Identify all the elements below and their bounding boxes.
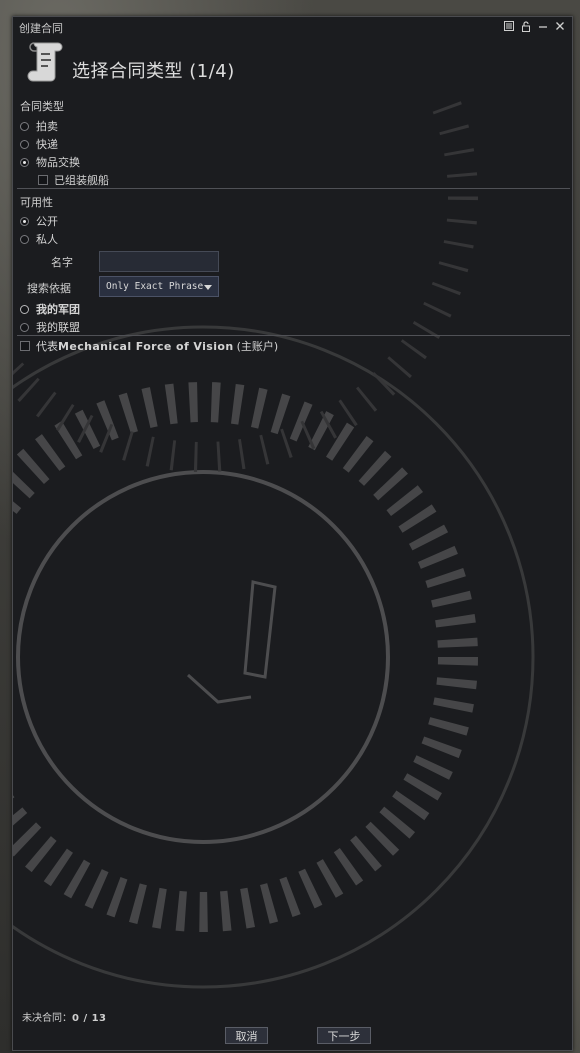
- background-decoration: [13, 97, 535, 989]
- radio-courier[interactable]: 快递: [20, 136, 58, 152]
- contract-type-label: 合同类型: [20, 100, 64, 113]
- window-settings-icon[interactable]: [503, 20, 515, 32]
- radio-button[interactable]: [20, 157, 29, 167]
- radio-label: 私人: [36, 233, 58, 246]
- checkbox[interactable]: [20, 341, 30, 351]
- title-bar[interactable]: 创建合同: [13, 17, 572, 37]
- search-by-label: 搜索依据: [27, 282, 71, 295]
- next-button[interactable]: 下一步: [317, 1027, 371, 1044]
- page-title: 选择合同类型 (1/4): [72, 61, 235, 82]
- checkbox[interactable]: [38, 175, 48, 185]
- radio-button[interactable]: [20, 121, 29, 131]
- radio-button[interactable]: [20, 139, 29, 149]
- on-behalf-checkbox[interactable]: 代表 Mechanical Force of Vision (主账户): [20, 338, 278, 354]
- create-contract-window: 创建合同 选择合同类型 (1/4) 合同类型 拍卖 快递 物品交换 已组装舰船 …: [12, 16, 573, 1051]
- checkbox-label-name: Mechanical Force of Vision: [58, 339, 234, 353]
- availability-label: 可用性: [20, 196, 53, 209]
- dropdown-value: Only Exact Phrase: [106, 281, 204, 292]
- radio-button[interactable]: [20, 304, 29, 314]
- divider: [17, 335, 570, 336]
- radio-my-alliance[interactable]: 我的联盟: [20, 319, 80, 335]
- outstanding-count: 0 / 13: [72, 1013, 107, 1024]
- checkbox-label: 已组装舰船: [54, 174, 109, 187]
- radio-auction[interactable]: 拍卖: [20, 118, 58, 134]
- radio-label: 我的联盟: [36, 321, 80, 334]
- radio-public[interactable]: 公开: [20, 213, 58, 229]
- radio-label: 拍卖: [36, 120, 58, 133]
- checkbox-label-suffix: (主账户): [236, 340, 279, 353]
- cancel-button[interactable]: 取消: [225, 1027, 268, 1044]
- radio-button[interactable]: [20, 234, 29, 244]
- minimize-icon[interactable]: [537, 20, 549, 32]
- window-title: 创建合同: [19, 22, 63, 35]
- name-field-label: 名字: [51, 256, 73, 269]
- radio-button[interactable]: [20, 216, 29, 226]
- search-by-dropdown[interactable]: Only Exact Phrase: [99, 276, 219, 297]
- radio-button[interactable]: [20, 322, 29, 332]
- contract-scroll-icon: [27, 42, 63, 82]
- radio-label: 我的军团: [36, 303, 80, 316]
- assembled-ship-checkbox[interactable]: 已组装舰船: [38, 172, 109, 188]
- close-icon[interactable]: [554, 20, 566, 32]
- chevron-down-icon: [204, 285, 212, 290]
- radio-label: 物品交换: [36, 156, 80, 169]
- outstanding-contracts: 未决合同：0 / 13: [22, 1009, 107, 1024]
- radio-my-corporation[interactable]: 我的军团: [20, 301, 80, 317]
- outstanding-label: 未决合同：: [22, 1013, 72, 1024]
- radio-item-exchange[interactable]: 物品交换: [20, 154, 80, 170]
- radio-private[interactable]: 私人: [20, 231, 58, 247]
- lock-icon[interactable]: [520, 20, 532, 32]
- radio-label: 快递: [36, 138, 58, 151]
- checkbox-label-prefix: 代表: [36, 340, 58, 353]
- divider: [17, 188, 570, 189]
- radio-label: 公开: [36, 215, 58, 228]
- name-input[interactable]: [99, 251, 219, 272]
